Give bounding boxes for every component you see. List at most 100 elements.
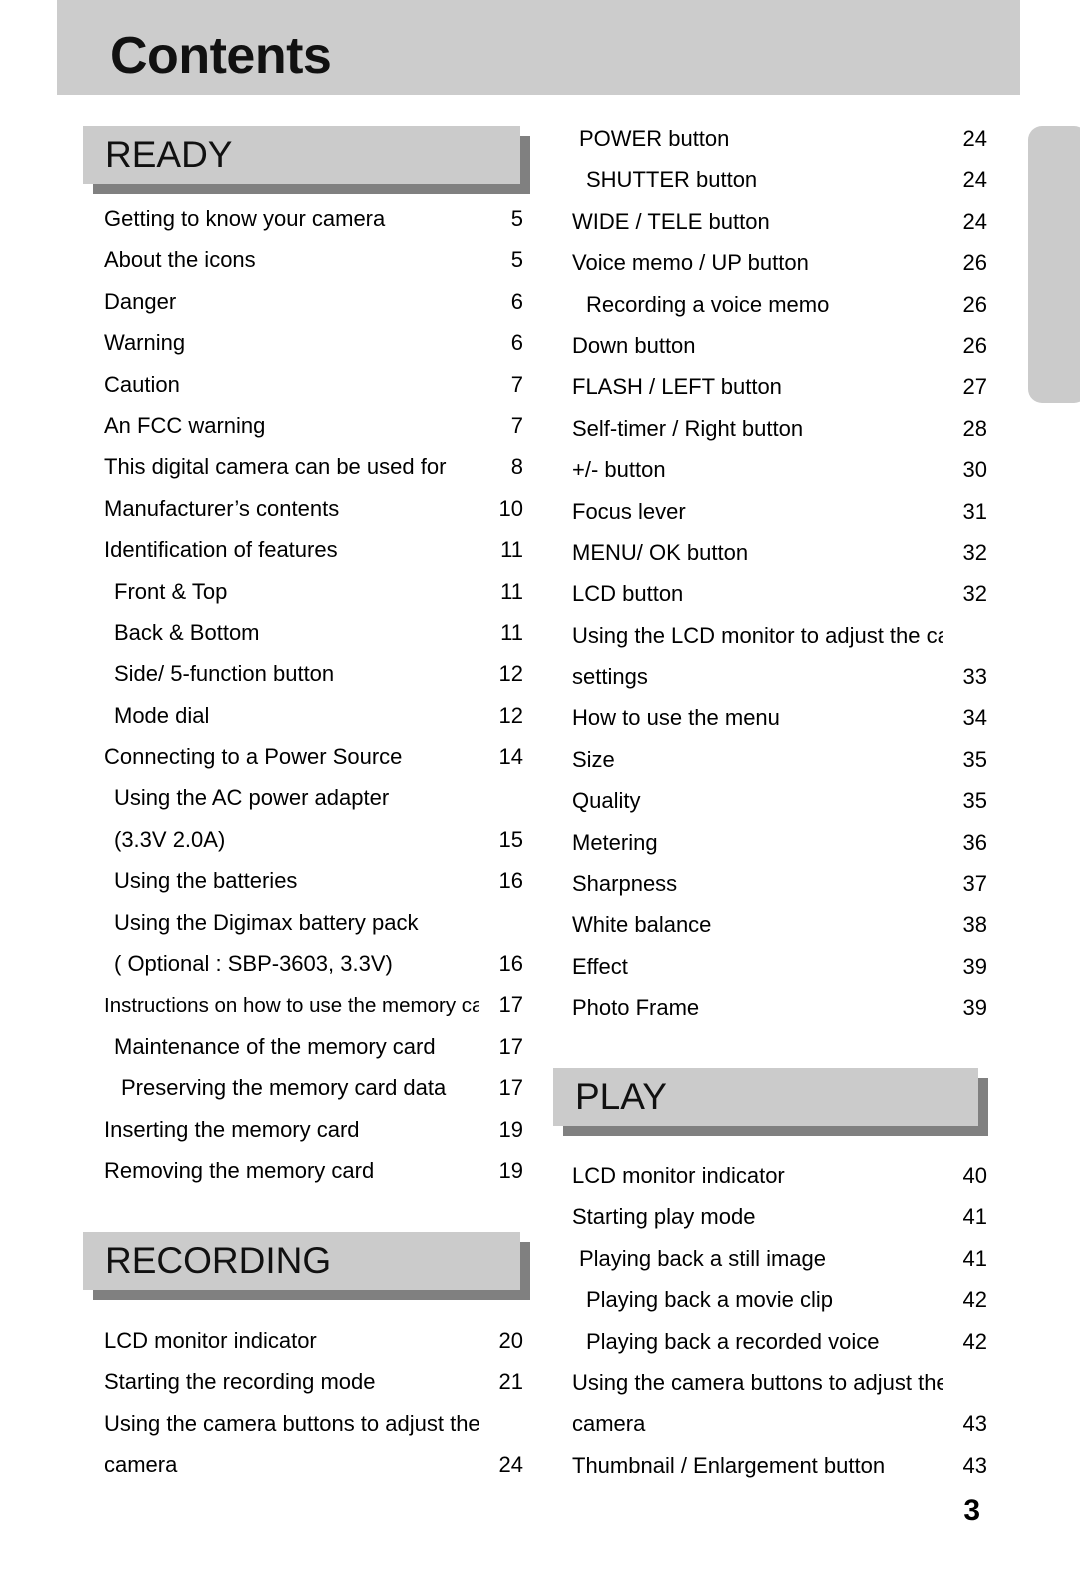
toc-entry-page: 11: [500, 578, 523, 604]
toc-entry[interactable]: Using the camera buttons to adjust the: [83, 1403, 523, 1444]
toc-entry[interactable]: Playing back a movie clip 42: [553, 1279, 987, 1320]
toc-entry[interactable]: Playing back a recorded voice 42: [553, 1321, 987, 1362]
toc-entry-page: 41: [962, 1245, 987, 1271]
toc-entry-page: 15: [498, 826, 523, 852]
toc-entry[interactable]: Sharpness 37: [553, 863, 987, 904]
toc-entry-title: Instructions on how to use the memory ca…: [104, 994, 479, 1018]
toc-entry[interactable]: Using the batteries 16: [83, 860, 523, 901]
toc-entry-title: camera: [572, 1411, 646, 1437]
toc-entry[interactable]: Inserting the memory card 19: [83, 1109, 523, 1150]
toc-entry[interactable]: POWER button 24: [553, 118, 987, 159]
toc-entry-title: Focus lever: [572, 498, 686, 524]
toc-entry-title: settings: [572, 664, 648, 690]
toc-entry[interactable]: Using the Digimax battery pack: [83, 902, 523, 943]
toc-entry[interactable]: Voice memo / UP button 26: [553, 242, 987, 283]
toc-entry[interactable]: Manufacturer’s contents 10: [83, 488, 523, 529]
toc-entry[interactable]: Getting to know your camera 5: [83, 198, 523, 239]
toc-entry[interactable]: Thumbnail / Enlargement button 43: [553, 1445, 987, 1486]
toc-entry[interactable]: FLASH / LEFT button 27: [553, 366, 987, 407]
toc-entry-page: 12: [498, 702, 523, 728]
toc-entry[interactable]: Quality 35: [553, 780, 987, 821]
toc-entry[interactable]: LCD monitor indicator 40: [553, 1155, 987, 1196]
toc-entry[interactable]: +/- button 30: [553, 449, 987, 490]
toc-entry[interactable]: Identification of features 11: [83, 529, 523, 570]
toc-entry-page: 27: [962, 374, 987, 400]
toc-entry-page: 36: [962, 829, 987, 855]
toc-entry-page: 38: [962, 912, 987, 938]
toc-entry-title: An FCC warning: [104, 412, 266, 438]
toc-entry-page: 19: [498, 1116, 523, 1142]
toc-entry[interactable]: Mode dial 12: [83, 695, 523, 736]
toc-entry[interactable]: Size 35: [553, 739, 987, 780]
toc-entry[interactable]: An FCC warning 7: [83, 405, 523, 446]
page-title: Contents: [110, 27, 332, 85]
toc-entry[interactable]: Removing the memory card 19: [83, 1150, 523, 1191]
section-label-ready: READY: [105, 134, 233, 175]
toc-entry-title: Using the AC power adapter: [114, 785, 390, 811]
toc-entry-page: 8: [510, 454, 523, 480]
toc-entry[interactable]: Starting the recording mode 21: [83, 1361, 523, 1402]
toc-entry[interactable]: This digital camera can be used for 8: [83, 446, 523, 487]
toc-entry-title: LCD button: [572, 581, 684, 607]
toc-entry[interactable]: Effect 39: [553, 946, 987, 987]
toc-entry[interactable]: About the icons 5: [83, 239, 523, 280]
toc-entry-page: 5: [510, 206, 523, 231]
toc-entry-title: Using the camera buttons to adjust the: [572, 1369, 943, 1395]
toc-entry[interactable]: Starting play mode 41: [553, 1196, 987, 1237]
toc-entry-title: Connecting to a Power Source: [104, 744, 403, 770]
toc-entry[interactable]: Using the camera buttons to adjust the: [553, 1362, 987, 1403]
toc-entry[interactable]: Metering 36: [553, 822, 987, 863]
toc-entry-title: LCD monitor indicator: [104, 1328, 317, 1353]
toc-entry[interactable]: (3.3V 2.0A) 15: [83, 819, 523, 860]
toc-entry-title: POWER button: [579, 126, 730, 151]
toc-entry[interactable]: Warning 6: [83, 322, 523, 363]
toc-entry[interactable]: Danger 6: [83, 281, 523, 322]
toc-entry[interactable]: Caution 7: [83, 364, 523, 405]
toc-entry[interactable]: Instructions on how to use the memory ca…: [83, 984, 523, 1025]
toc-entry-page: 6: [510, 288, 523, 314]
toc-entry[interactable]: How to use the menu 34: [553, 697, 987, 738]
toc-entry[interactable]: Down button 26: [553, 325, 987, 366]
toc-entry-title: How to use the menu: [572, 705, 780, 731]
toc-entry[interactable]: White balance 38: [553, 904, 987, 945]
toc-entry[interactable]: WIDE / TELE button 24: [553, 201, 987, 242]
toc-entry[interactable]: Front & Top 11: [83, 571, 523, 612]
edge-thumb-tab: [1028, 126, 1080, 403]
toc-entry[interactable]: Preserving the memory card data 17: [83, 1067, 523, 1108]
toc-entry[interactable]: Using the AC power adapter: [83, 777, 523, 818]
toc-entry[interactable]: MENU/ OK button 32: [553, 532, 987, 573]
toc-entry[interactable]: camera 43: [553, 1403, 987, 1444]
toc-entry-title: Using the LCD monitor to adjust the came…: [572, 622, 943, 648]
toc-entry[interactable]: Focus lever 31: [553, 491, 987, 532]
toc-entry-page: 42: [962, 1328, 987, 1354]
toc-entry[interactable]: LCD button 32: [553, 573, 987, 614]
toc-entry[interactable]: Back & Bottom 11: [83, 612, 523, 653]
toc-entry[interactable]: Photo Frame 39: [553, 987, 987, 1028]
toc-entry[interactable]: ( Optional : SBP-3603, 3.3V) 16: [83, 943, 523, 984]
toc-entry[interactable]: Side/ 5-function button 12: [83, 653, 523, 694]
toc-entry-page: 39: [962, 995, 987, 1021]
toc-entry[interactable]: SHUTTER button 24: [553, 159, 987, 200]
toc-entry[interactable]: Connecting to a Power Source 14: [83, 736, 523, 777]
toc-entry[interactable]: Maintenance of the memory card 17: [83, 1026, 523, 1067]
toc-list-recording: LCD monitor indicator 20 Starting the reco…: [83, 1320, 523, 1486]
toc-entry[interactable]: settings 33: [553, 656, 987, 697]
toc-entry-page: 34: [962, 705, 987, 731]
toc-entry[interactable]: Using the LCD monitor to adjust the came…: [553, 615, 987, 656]
toc-entry-title: Size: [572, 746, 615, 772]
toc-entry[interactable]: Recording a voice memo 26: [553, 284, 987, 325]
toc-entry[interactable]: LCD monitor indicator 20: [83, 1320, 523, 1361]
toc-entry-page: 11: [500, 619, 523, 645]
toc-entry[interactable]: Playing back a still image 41: [553, 1238, 987, 1279]
toc-entry[interactable]: Self-timer / Right button 28: [553, 408, 987, 449]
contents-page: Contents READY RECORDING PLAY Getting to…: [0, 0, 1080, 1585]
toc-entry[interactable]: camera 24: [83, 1444, 523, 1485]
section-banner-play: PLAY: [553, 1068, 988, 1136]
toc-entry-page: 35: [962, 788, 987, 814]
toc-entry-page: 26: [962, 291, 987, 317]
toc-entry-title: Warning: [104, 330, 186, 356]
toc-entry-page: 10: [498, 495, 523, 521]
toc-entry-title: Identification of features: [104, 537, 338, 563]
toc-entry-title: This digital camera can be used for: [104, 454, 447, 480]
page-number: 3: [963, 1494, 980, 1527]
